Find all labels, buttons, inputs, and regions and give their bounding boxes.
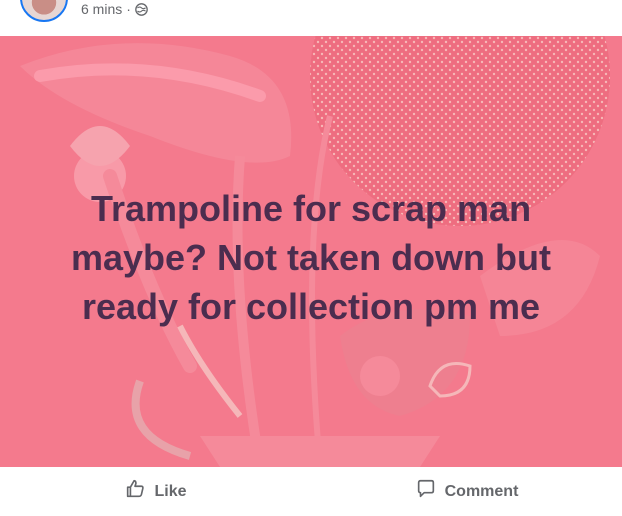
like-label: Like <box>154 482 187 500</box>
like-button[interactable]: Like <box>0 472 311 512</box>
post-text: Trampoline for scrap man maybe? Not take… <box>70 188 552 327</box>
avatar[interactable] <box>20 0 68 22</box>
post-timestamp[interactable]: 6 mins <box>81 1 122 17</box>
comment-button[interactable]: Comment <box>311 472 622 512</box>
globe-icon[interactable] <box>135 2 148 16</box>
comment-label: Comment <box>444 482 519 500</box>
meta-separator: · <box>126 1 131 17</box>
post-meta: 6 mins · <box>81 0 148 18</box>
post-header: 6 mins · <box>0 0 622 36</box>
comment-icon <box>415 478 437 505</box>
post-action-bar: Like Comment <box>0 467 622 516</box>
post-background-canvas: Trampoline for scrap man maybe? Not take… <box>0 36 622 467</box>
thumbs-up-icon <box>124 478 146 505</box>
